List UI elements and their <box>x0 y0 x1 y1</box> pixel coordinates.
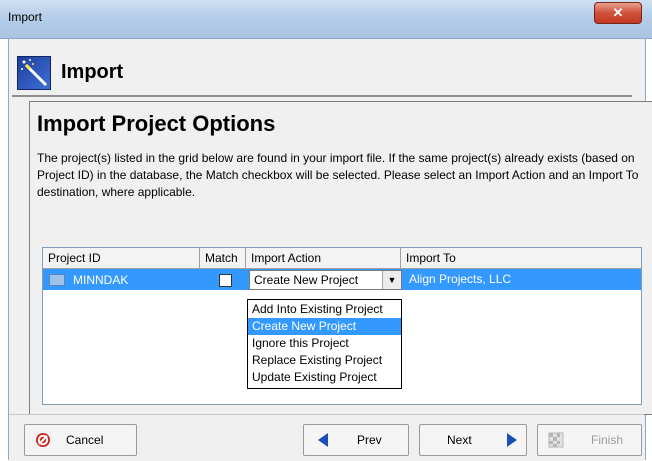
header-title: Import <box>61 61 124 83</box>
section-description: The project(s) listed in the grid below … <box>37 151 639 199</box>
import-action-dropdown: Add Into Existing Project Create New Pro… <box>247 299 402 389</box>
magic-wand-icon <box>17 56 51 90</box>
project-id-value: MINNDAK <box>73 273 129 287</box>
dropdown-option[interactable]: Ignore this Project <box>248 335 401 352</box>
column-header-import-to[interactable]: Import To <box>401 248 641 268</box>
chevron-down-icon[interactable]: ▼ <box>382 271 401 289</box>
import-action-value: Create New Project <box>254 273 359 287</box>
finish-label: Finish <box>591 433 624 447</box>
column-header-match[interactable]: Match <box>200 248 246 268</box>
next-label: Next <box>447 433 472 447</box>
dropdown-option[interactable]: Update Existing Project <box>248 369 401 386</box>
import-action-select[interactable]: Create New Project ▼ <box>249 270 402 290</box>
column-header-import-action[interactable]: Import Action <box>246 248 401 268</box>
dropdown-option[interactable]: Replace Existing Project <box>248 352 401 369</box>
title-bar: Import ✕ <box>0 0 652 39</box>
next-button[interactable]: Next <box>419 424 527 456</box>
grid-header: Project ID Match Import Action Import To <box>43 248 641 269</box>
dropdown-option-selected[interactable]: Create New Project <box>248 318 401 335</box>
prev-label: Prev <box>357 433 382 447</box>
prev-button[interactable]: Prev <box>303 424 409 456</box>
header-divider <box>12 95 632 97</box>
close-icon: ✕ <box>612 5 624 20</box>
close-button[interactable]: ✕ <box>594 2 642 24</box>
folder-icon <box>49 274 65 286</box>
match-checkbox[interactable] <box>219 274 232 287</box>
window-title: Import <box>8 10 43 24</box>
arrow-left-icon <box>318 433 328 447</box>
checkered-flag-icon <box>548 432 564 448</box>
table-row[interactable]: MINNDAK Create New Project ▼ Align Proje… <box>43 269 641 290</box>
finish-button[interactable]: Finish <box>537 424 642 456</box>
dropdown-option[interactable]: Add Into Existing Project <box>248 301 401 318</box>
arrow-right-icon <box>507 433 517 447</box>
column-header-project-id[interactable]: Project ID <box>43 248 200 268</box>
cancel-label: Cancel <box>66 433 104 447</box>
project-id-cell: MINNDAK <box>49 273 128 287</box>
cancel-button[interactable]: Cancel <box>24 424 137 456</box>
section-title: Import Project Options <box>37 111 276 136</box>
wizard-header: Import <box>17 56 628 90</box>
cancel-icon <box>36 433 50 447</box>
import-to-cell[interactable]: Align Projects, LLC <box>405 269 511 290</box>
